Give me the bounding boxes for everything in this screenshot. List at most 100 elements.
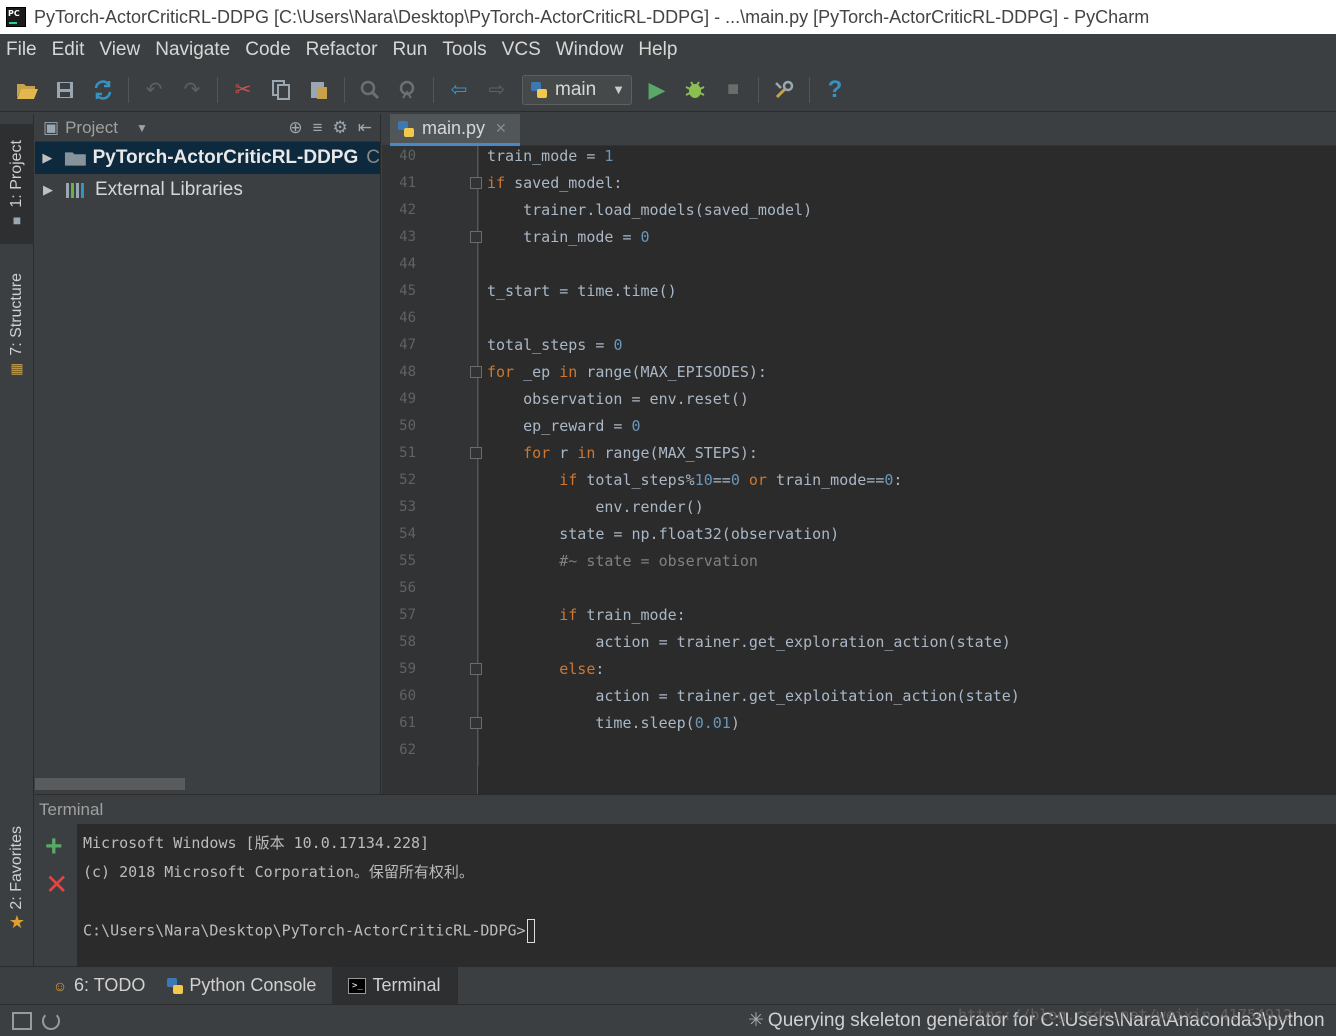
terminal-header: Terminal: [35, 794, 1336, 824]
terminal-toolbar: + ✕: [35, 824, 77, 966]
expand-arrow-icon[interactable]: ▶: [37, 182, 59, 198]
menu-edit[interactable]: Edit: [45, 39, 93, 61]
python-console-tab[interactable]: Python Console: [161, 967, 332, 1005]
close-session-icon[interactable]: ✕: [45, 870, 68, 900]
menu-code[interactable]: Code: [238, 39, 298, 61]
editor-tab-bar: main.py ✕: [382, 114, 1336, 146]
fold-marker-icon[interactable]: [470, 176, 482, 189]
gear-icon[interactable]: ⚙: [333, 118, 348, 138]
code-line: 54 state = np.float32(observation): [399, 524, 840, 543]
code-line: 52 if total_steps%10==0 or train_mode==0…: [399, 470, 903, 489]
replace-icon[interactable]: [393, 75, 423, 105]
code-line: 51 for r in range(MAX_STEPS):: [399, 443, 758, 462]
help-icon[interactable]: ?: [820, 75, 850, 105]
editor-tab-main-py[interactable]: main.py ✕: [390, 114, 520, 146]
terminal-prompt: C:\Users\Nara\Desktop\PyTorch-ActorCriti…: [83, 921, 526, 940]
terminal-line: Microsoft Windows [版本 10.0.17134.228]: [83, 834, 430, 852]
horizontal-scrollbar[interactable]: [35, 778, 185, 790]
editor-bottom-area: [382, 766, 1336, 794]
toggle-tool-windows-icon[interactable]: [12, 1011, 32, 1030]
menu-view[interactable]: View: [92, 39, 148, 61]
collapse-all-icon[interactable]: ≡: [313, 118, 323, 138]
toolbar-separator: [758, 76, 759, 103]
fold-marker-icon[interactable]: [470, 446, 482, 459]
chevron-down-icon[interactable]: ▼: [136, 121, 148, 135]
tree-item-label: PyTorch-ActorCriticRL-DDPG: [92, 147, 359, 168]
chevron-down-icon: ▼: [612, 82, 625, 97]
code-line: 57 if train_mode:: [399, 605, 686, 624]
todo-tab[interactable]: ☺ 6: TODO: [46, 967, 161, 1005]
debug-icon[interactable]: [680, 75, 710, 105]
project-panel: ▣ Project ▼ ⊕ ≡ ⚙ ⇤ ▶ PyTorch-ActorCriti…: [35, 114, 381, 794]
terminal-output[interactable]: Microsoft Windows [版本 10.0.17134.228] (c…: [77, 824, 1336, 966]
menu-refactor[interactable]: Refactor: [299, 39, 386, 61]
terminal-tab[interactable]: >_ Terminal: [332, 966, 459, 1005]
library-icon: [66, 183, 84, 198]
tree-item-label: External Libraries: [95, 179, 243, 200]
menu-navigate[interactable]: Navigate: [148, 39, 238, 61]
terminal-line: (c) 2018 Microsoft Corporation。保留所有权利。: [83, 863, 474, 881]
sync-icon[interactable]: [88, 75, 118, 105]
editor-tab-label: main.py: [422, 118, 486, 138]
menu-tools[interactable]: Tools: [435, 39, 494, 61]
locate-icon[interactable]: ⊕: [288, 118, 302, 138]
terminal-cursor: [526, 919, 535, 943]
toolbar-separator: [217, 76, 218, 103]
new-session-icon[interactable]: +: [45, 832, 63, 862]
menu-help[interactable]: Help: [631, 39, 685, 61]
favorites-tool-tab[interactable]: 2: Favorites ★: [0, 826, 34, 966]
open-folder-icon[interactable]: [12, 75, 42, 105]
todo-tab-label: 6: TODO: [74, 975, 146, 995]
close-icon[interactable]: ✕: [495, 120, 507, 137]
stop-icon[interactable]: ■: [718, 75, 748, 105]
run-config-label: main: [555, 78, 597, 100]
forward-icon[interactable]: ⇨: [482, 75, 512, 105]
code-line: 44: [399, 255, 416, 272]
cut-icon[interactable]: ✂: [228, 75, 258, 105]
menu-window[interactable]: Window: [549, 39, 632, 61]
settings-wrench-icon[interactable]: [769, 75, 799, 105]
code-line: 60 action = trainer.get_exploitation_act…: [399, 686, 1020, 705]
undo-icon[interactable]: ↶: [139, 75, 169, 105]
code-line: 61 time.sleep(0.01): [399, 713, 740, 732]
fold-marker-icon[interactable]: [470, 662, 482, 675]
python-console-tab-label: Python Console: [189, 975, 317, 995]
folder-icon: [64, 152, 86, 166]
terminal-icon: >_: [348, 977, 367, 994]
menu-bar: File Edit View Navigate Code Refactor Ru…: [0, 34, 1336, 66]
fold-marker-icon[interactable]: [470, 365, 482, 378]
expand-arrow-icon[interactable]: ▶: [37, 150, 58, 166]
code-line: 46: [399, 309, 416, 326]
project-view-label[interactable]: Project: [65, 118, 118, 138]
menu-vcs[interactable]: VCS: [495, 39, 549, 61]
star-icon: ★: [8, 911, 26, 932]
code-editor[interactable]: 40 train_mode = 1 41 if saved_model: 42 tr…: [382, 146, 1336, 766]
code-line: 40 train_mode = 1: [399, 146, 614, 165]
back-icon[interactable]: ⇦: [444, 75, 474, 105]
fold-marker-icon[interactable]: [470, 716, 482, 729]
hide-panel-icon[interactable]: ⇤: [358, 118, 372, 138]
run-configuration-select[interactable]: main ▼: [522, 74, 632, 105]
menu-run[interactable]: Run: [385, 39, 435, 61]
project-tool-tab[interactable]: 1: Project ■: [0, 124, 34, 244]
code-line: 53 env.render(): [399, 497, 704, 516]
folder-icon: ■: [12, 211, 22, 228]
paste-icon[interactable]: [304, 75, 334, 105]
toolbar-separator: [809, 76, 810, 103]
tree-item-external-libraries[interactable]: ▶ External Libraries: [35, 174, 380, 206]
title-bar: PyTorch-ActorCriticRL-DDPG [C:\Users\Nar…: [0, 0, 1336, 34]
tree-item-project-root[interactable]: ▶ PyTorch-ActorCriticRL-DDPG C: [35, 142, 380, 174]
terminal-prompt-line: C:\Users\Nara\Desktop\PyTorch-ActorCriti…: [83, 919, 1330, 948]
copy-icon[interactable]: [266, 75, 296, 105]
code-line: 47 total_steps = 0: [399, 335, 623, 354]
terminal-tab-label: Terminal: [372, 975, 441, 995]
fold-marker-icon[interactable]: [470, 230, 482, 243]
redo-icon[interactable]: ↷: [177, 75, 207, 105]
save-icon[interactable]: [50, 75, 80, 105]
find-icon[interactable]: [355, 75, 385, 105]
menu-file[interactable]: File: [0, 39, 45, 61]
toolbar-separator: [433, 76, 434, 103]
structure-tool-tab[interactable]: 7: Structure ▦: [0, 260, 34, 390]
run-icon[interactable]: ▶: [642, 75, 672, 105]
